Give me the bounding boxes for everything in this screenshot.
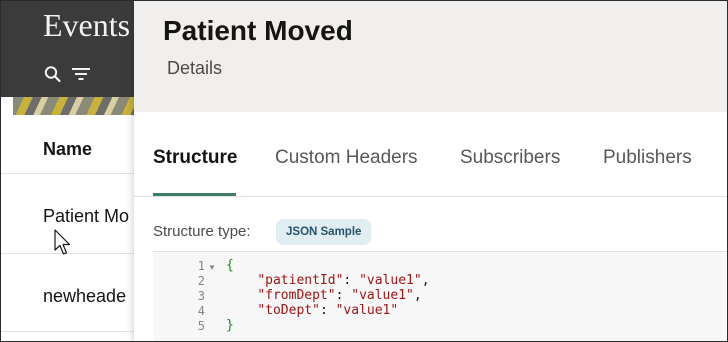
- json-separator: ,: [413, 288, 422, 303]
- search-icon[interactable]: [43, 65, 63, 83]
- drawer-header: Patient Moved Details: [134, 1, 727, 112]
- line-number: 5: [197, 319, 205, 333]
- tab-structure[interactable]: Structure: [153, 147, 237, 195]
- json-key: "fromDept": [257, 288, 336, 303]
- code-line: "toDept": "value1": [257, 303, 399, 318]
- json-value: "value1": [335, 303, 399, 318]
- structure-type-label: Structure type:: [153, 223, 251, 240]
- tab-custom-headers[interactable]: Custom Headers: [275, 147, 418, 195]
- drawer-title: Patient Moved: [163, 15, 353, 46]
- tabs-divider: [134, 196, 727, 197]
- json-code-editor[interactable]: 1 ▼ 2 3 4 5 { "patientId": "value1", "fr…: [153, 251, 727, 341]
- code-line: "patientId": "value1",: [257, 273, 430, 288]
- column-header-name: Name: [43, 139, 93, 159]
- line-number: 3: [197, 289, 205, 303]
- tab-subscribers[interactable]: Subscribers: [460, 147, 560, 195]
- event-details-drawer: Patient Moved Details Structure Custom H…: [134, 1, 727, 341]
- structure-type-badge: JSON Sample: [276, 219, 372, 245]
- banner-image: [13, 97, 135, 115]
- filter-icon[interactable]: [71, 65, 91, 83]
- mouse-cursor-icon: [54, 229, 71, 255]
- list-item-label: newheade: [43, 286, 127, 306]
- json-brace: {: [226, 258, 234, 273]
- app-frame: Events Name Patient Mo newheade Patient …: [0, 0, 728, 342]
- line-number: 1: [197, 259, 205, 273]
- list-item[interactable]: newheade: [1, 253, 135, 334]
- fold-arrow-icon[interactable]: ▼: [208, 263, 216, 272]
- line-number-gutter: 1 ▼ 2 3 4 5: [153, 252, 219, 341]
- line-number: 4: [197, 304, 205, 318]
- json-value: "value1": [351, 288, 414, 303]
- events-header: Events: [1, 1, 135, 97]
- page-title: Events: [43, 7, 131, 43]
- list-item-label: Patient Mo: [43, 206, 130, 226]
- drawer-subtitle: Details: [167, 58, 223, 78]
- code-line: "fromDept": "value1",: [257, 288, 422, 303]
- code-line: }: [226, 318, 234, 333]
- json-separator: ,: [421, 273, 430, 288]
- json-value: "value1": [359, 273, 422, 288]
- list-divider: [1, 331, 135, 341]
- tab-bar: Structure Custom Headers Subscribers Pub…: [153, 147, 727, 197]
- json-key: "patientId": [257, 273, 344, 288]
- line-number: 2: [197, 274, 205, 288]
- json-key: "toDept": [257, 303, 320, 318]
- json-brace: }: [226, 318, 234, 333]
- tab-publishers[interactable]: Publishers: [603, 147, 692, 195]
- code-line: {: [226, 258, 234, 273]
